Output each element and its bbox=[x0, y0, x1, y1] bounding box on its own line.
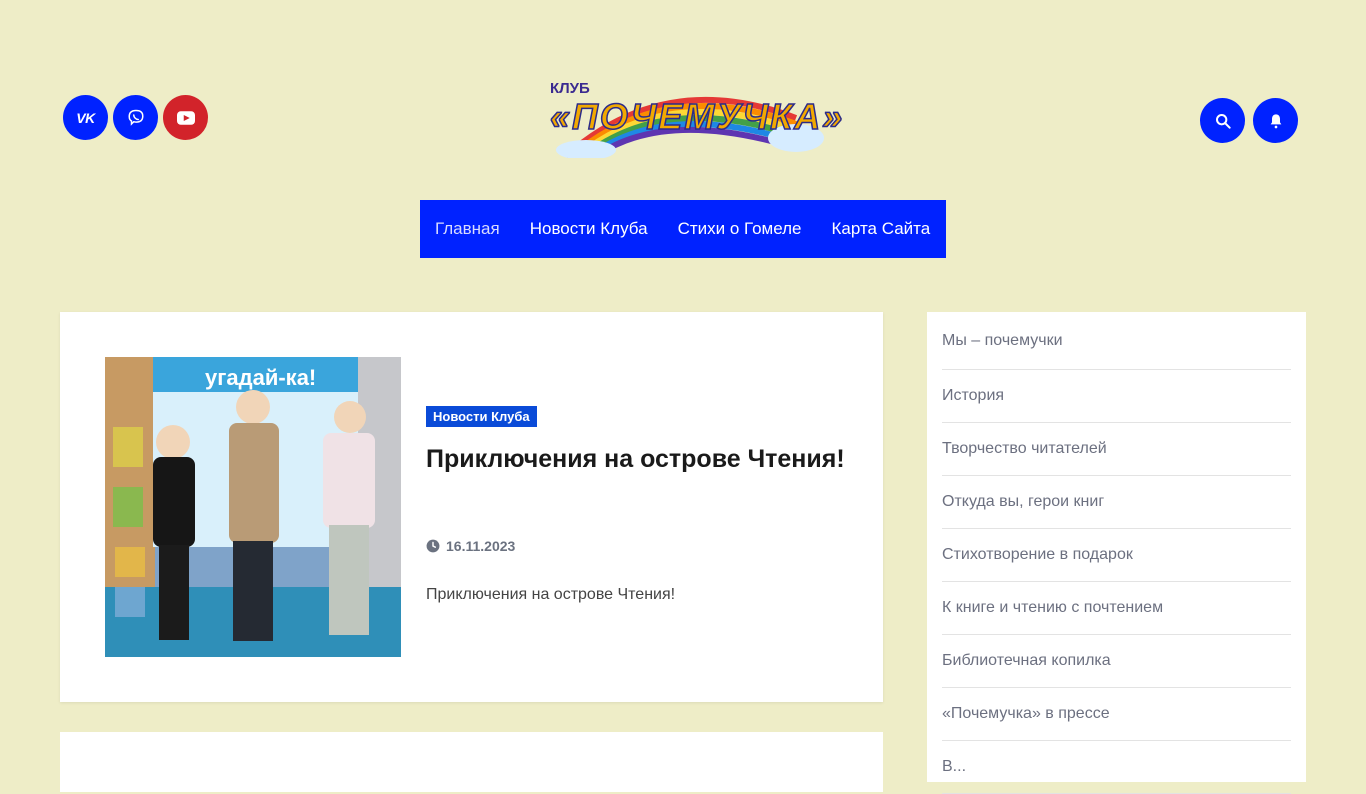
post-date-text: 16.11.2023 bbox=[446, 538, 516, 554]
viber-icon[interactable] bbox=[113, 95, 158, 140]
bell-icon[interactable] bbox=[1253, 98, 1298, 143]
social-links: VK bbox=[63, 95, 208, 140]
sidebar-item[interactable]: Творчество читателей bbox=[942, 423, 1291, 476]
nav-item-club-news[interactable]: Новости Клуба bbox=[515, 219, 663, 239]
sidebar-item[interactable]: «Почемучка» в прессе bbox=[942, 688, 1291, 741]
category-badge[interactable]: Новости Клуба bbox=[426, 406, 537, 427]
sidebar-item[interactable]: Стихотворение в подарок bbox=[942, 529, 1291, 582]
post-title[interactable]: Приключения на острове Чтения! bbox=[426, 444, 846, 475]
vk-icon[interactable]: VK bbox=[63, 95, 108, 140]
clock-icon bbox=[426, 539, 440, 553]
sidebar-item[interactable]: История bbox=[942, 370, 1291, 423]
post-card-next bbox=[60, 732, 883, 792]
header-actions bbox=[1200, 98, 1298, 143]
nav-item-gomel-poems[interactable]: Стихи о Гомеле bbox=[663, 219, 817, 239]
youtube-icon[interactable] bbox=[163, 95, 208, 140]
logo-klub-text: КЛУБ bbox=[550, 80, 590, 97]
search-icon[interactable] bbox=[1200, 98, 1245, 143]
sidebar-item[interactable]: К книге и чтению с почтением bbox=[942, 582, 1291, 635]
post-date: 16.11.2023 bbox=[426, 538, 515, 554]
sidebar-item[interactable]: Мы – почемучки bbox=[942, 312, 1291, 370]
logo-main-text: «ПОЧЕМУЧКА» bbox=[549, 95, 845, 138]
sidebar-list: Мы – почемучки История Творчество читате… bbox=[927, 312, 1306, 794]
photo-banner-text: угадай-ка! bbox=[205, 365, 316, 390]
sidebar: Мы – почемучки История Творчество читате… bbox=[927, 312, 1306, 794]
nav-item-sitemap[interactable]: Карта Сайта bbox=[817, 219, 946, 239]
sidebar-item[interactable]: Откуда вы, герои книг bbox=[942, 476, 1291, 529]
main-nav: Главная Новости Клуба Стихи о Гомеле Кар… bbox=[420, 200, 946, 258]
post-excerpt: Приключения на острове Чтения! bbox=[426, 586, 676, 603]
post-card: угадай-ка! Новости Клуба Приключения на … bbox=[60, 312, 883, 702]
post-photo[interactable]: угадай-ка! bbox=[105, 357, 401, 657]
site-logo[interactable]: КЛУБ «ПОЧЕМУЧКА» bbox=[546, 78, 843, 158]
nav-item-home[interactable]: Главная bbox=[420, 219, 515, 239]
sidebar-item[interactable]: Библиотечная копилка bbox=[942, 635, 1291, 688]
